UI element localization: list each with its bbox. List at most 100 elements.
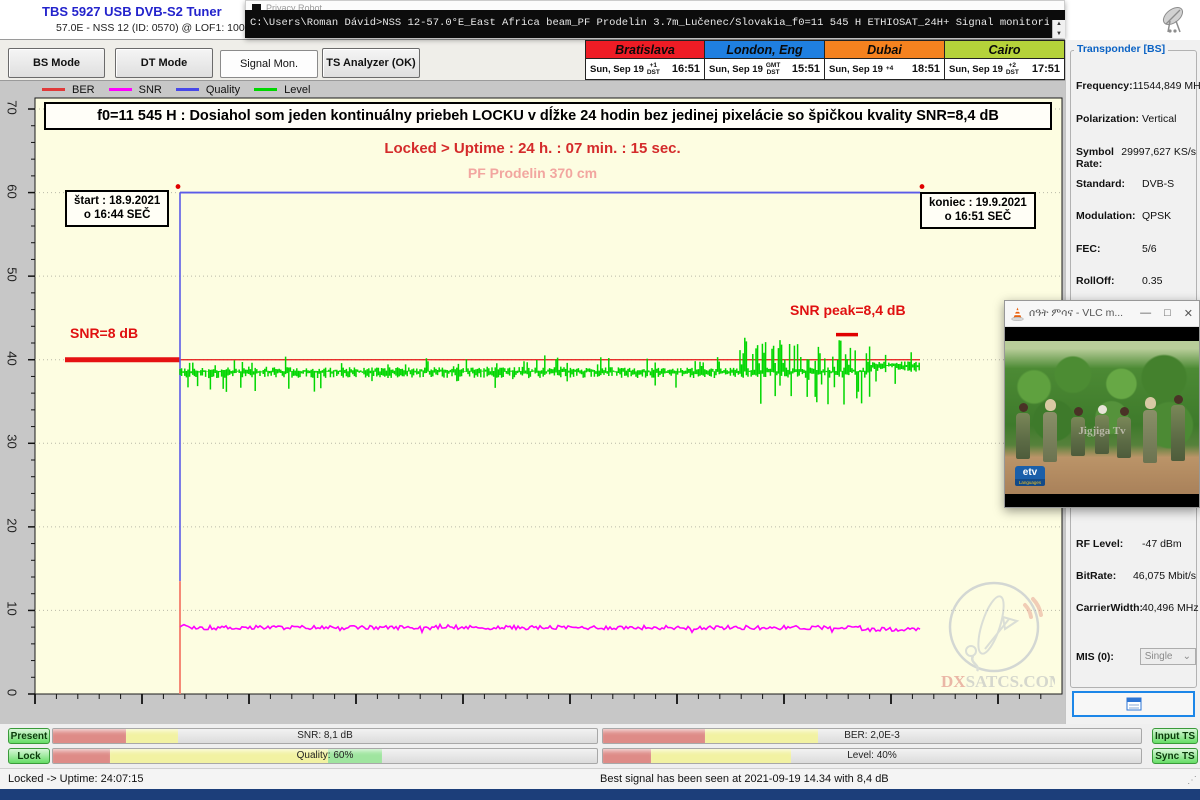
transponder-groupbox-label: Transponder [BS] bbox=[1074, 43, 1168, 55]
best-signal-status: Best signal has been seen at 2021-09-19 … bbox=[600, 773, 889, 785]
video-person bbox=[1169, 395, 1187, 475]
dt-mode-button[interactable]: DT Mode bbox=[115, 48, 213, 78]
mis-selected-value: Single bbox=[1145, 651, 1173, 662]
clock-time: 15:51 bbox=[792, 63, 820, 75]
lock-uptime-status: Locked -> Uptime: 24:07:15 bbox=[8, 773, 143, 785]
screen: TBS 5927 USB DVB-S2 Tuner 57.0E - NSS 12… bbox=[0, 0, 1200, 800]
y-axis-tick-label: 40 bbox=[5, 348, 20, 368]
fec-label: FEC: bbox=[1076, 243, 1142, 255]
polarization-value: Vertical bbox=[1142, 113, 1176, 125]
sync-ts-button[interactable]: Sync TS bbox=[1152, 748, 1198, 764]
ber-bar-label: BER: 2,0E-3 bbox=[603, 730, 1141, 741]
signal-mon-button[interactable]: Signal Mon. bbox=[220, 50, 318, 78]
carrier-width-label: CarrierWidth: bbox=[1076, 602, 1142, 614]
standard-label: Standard: bbox=[1076, 178, 1142, 190]
clock-city: Cairo bbox=[945, 41, 1064, 59]
status-bar: Locked -> Uptime: 24:07:15 Best signal h… bbox=[0, 768, 1200, 789]
snr-bar-label: SNR: 8,1 dB bbox=[53, 730, 597, 741]
clock-city: Bratislava bbox=[586, 41, 704, 59]
resize-grip[interactable]: ⋰ bbox=[1187, 775, 1197, 786]
snr-bar: SNR: 8,1 dB bbox=[52, 728, 598, 744]
modulation-label: Modulation: bbox=[1076, 210, 1142, 222]
end-date: koniec : 19.9.2021 bbox=[929, 196, 1027, 210]
present-button[interactable]: Present bbox=[8, 728, 50, 744]
satellite-dish-icon bbox=[1156, 4, 1190, 36]
polarization-label: Polarization: bbox=[1076, 113, 1142, 125]
modulation-value: QPSK bbox=[1142, 210, 1171, 222]
y-axis-tick-label: 50 bbox=[5, 265, 20, 285]
input-ts-button[interactable]: Input TS bbox=[1152, 728, 1198, 744]
clock-offset: +2 bbox=[1009, 62, 1016, 69]
vlc-video-area[interactable]: Jigjiga Tv etv Languages bbox=[1005, 327, 1199, 507]
clock-offset: GMT bbox=[766, 62, 780, 69]
start-annotation: štart : 18.9.2021 o 16:44 SEČ bbox=[65, 190, 169, 227]
clock-date: Sun, Sep 19 bbox=[709, 64, 763, 75]
end-time: o 16:51 SEČ bbox=[929, 210, 1027, 224]
background-window-titlebar: Privacy Robot bbox=[245, 0, 1065, 10]
level-bar-label: Level: 40% bbox=[603, 750, 1141, 761]
command-prompt-body: C:\Users\Roman Dávid>NSS 12-57.0°E_East … bbox=[245, 10, 1065, 38]
transport-stream-button[interactable] bbox=[1072, 691, 1195, 717]
level-bar: Level: 40% bbox=[602, 748, 1142, 764]
lock-button[interactable]: Lock bbox=[8, 748, 50, 764]
y-axis-tick-label: 20 bbox=[5, 515, 20, 535]
clock-cairo: Cairo Sun, Sep 19 +2DST 17:51 bbox=[945, 40, 1065, 80]
start-time: o 16:44 SEČ bbox=[74, 208, 160, 222]
rf-level-label: RF Level: bbox=[1076, 538, 1142, 550]
bitrate-label: BitRate: bbox=[1076, 570, 1133, 582]
frequency-value: 11544,849 MHz bbox=[1133, 80, 1200, 92]
chart-title: f0=11 545 H : Dosiahol som jeden kontinu… bbox=[44, 102, 1052, 130]
clock-dst: DST bbox=[767, 69, 780, 76]
etv-logo-text: etv bbox=[1015, 466, 1045, 479]
command-line-text: C:\Users\Roman Dávid>NSS 12-57.0°E_East … bbox=[250, 17, 1049, 29]
command-prompt-window[interactable]: Privacy Robot C:\Users\Roman Dávid>NSS 1… bbox=[245, 0, 1065, 38]
end-annotation: koniec : 19.9.2021 o 16:51 SEČ bbox=[920, 192, 1036, 229]
clock-date: Sun, Sep 19 bbox=[590, 64, 644, 75]
quality-bar: Quality: 60% bbox=[52, 748, 598, 764]
scroll-up-icon[interactable]: ▲ bbox=[1056, 20, 1062, 30]
fec-value: 5/6 bbox=[1142, 243, 1157, 255]
ber-bar: BER: 2,0E-3 bbox=[602, 728, 1142, 744]
clock-london: London, Eng Sun, Sep 19 GMTDST 15:51 bbox=[705, 40, 825, 80]
video-person bbox=[1015, 403, 1031, 469]
clock-offset: +1 bbox=[650, 62, 657, 69]
rolloff-value: 0.35 bbox=[1142, 275, 1162, 287]
signal-chart: BER SNR Quality Level 706050403020100 f0… bbox=[0, 80, 1065, 725]
dish-annotation: PF Prodelin 370 cm bbox=[0, 165, 1065, 181]
start-date: štart : 18.9.2021 bbox=[74, 194, 160, 208]
ts-analyzer-button[interactable]: TS Analyzer (OK) bbox=[322, 48, 420, 78]
vlc-window[interactable]: ሰዓት ምሳና - VLC m... — □ ✕ Jigjiga Tv etv … bbox=[1004, 300, 1200, 508]
chevron-down-icon: ⌄ bbox=[1183, 651, 1191, 662]
maximize-button[interactable]: □ bbox=[1164, 307, 1171, 320]
video-frame: Jigjiga Tv etv Languages bbox=[1005, 341, 1199, 494]
etv-logo-subtext: Languages bbox=[1015, 479, 1045, 486]
etv-logo: etv Languages bbox=[1015, 466, 1045, 486]
mis-dropdown[interactable]: Single ⌄ bbox=[1140, 648, 1196, 665]
uptime-annotation: Locked > Uptime : 24 h. : 07 min. : 15 s… bbox=[0, 140, 1065, 157]
clock-offset: +4 bbox=[886, 65, 893, 72]
clock-dst: DST bbox=[1006, 69, 1019, 76]
minimize-button[interactable]: — bbox=[1140, 307, 1151, 320]
close-button[interactable]: ✕ bbox=[1184, 307, 1193, 320]
bs-mode-button[interactable]: BS Mode bbox=[8, 48, 105, 78]
snr-peak-label: SNR peak=8,4 dB bbox=[790, 302, 906, 318]
scroll-down-icon[interactable]: ▼ bbox=[1056, 30, 1062, 40]
clock-dst: DST bbox=[647, 69, 660, 76]
y-axis-tick-label: 60 bbox=[5, 181, 20, 201]
quality-bar-label: Quality: 60% bbox=[53, 750, 597, 761]
frequency-label: Frequency: bbox=[1076, 80, 1133, 92]
y-axis-tick-label: 10 bbox=[5, 599, 20, 619]
command-prompt-scrollbar[interactable]: ▲ ▼ bbox=[1052, 20, 1065, 38]
vlc-cone-icon bbox=[1011, 307, 1024, 321]
clock-city: Dubai bbox=[825, 41, 944, 59]
clock-dubai: Dubai Sun, Sep 19 +4 18:51 bbox=[825, 40, 945, 80]
video-person bbox=[1141, 397, 1159, 473]
mis-label: MIS (0): bbox=[1076, 651, 1140, 663]
clock-city: London, Eng bbox=[705, 41, 824, 59]
rolloff-label: RollOff: bbox=[1076, 275, 1142, 287]
clock-date: Sun, Sep 19 bbox=[829, 64, 883, 75]
vlc-window-title: ሰዓት ምሳና - VLC m... bbox=[1029, 307, 1123, 320]
background-window-title: Privacy Robot bbox=[266, 3, 322, 10]
clock-date: Sun, Sep 19 bbox=[949, 64, 1003, 75]
vlc-titlebar[interactable]: ሰዓት ምሳና - VLC m... — □ ✕ bbox=[1005, 301, 1199, 327]
